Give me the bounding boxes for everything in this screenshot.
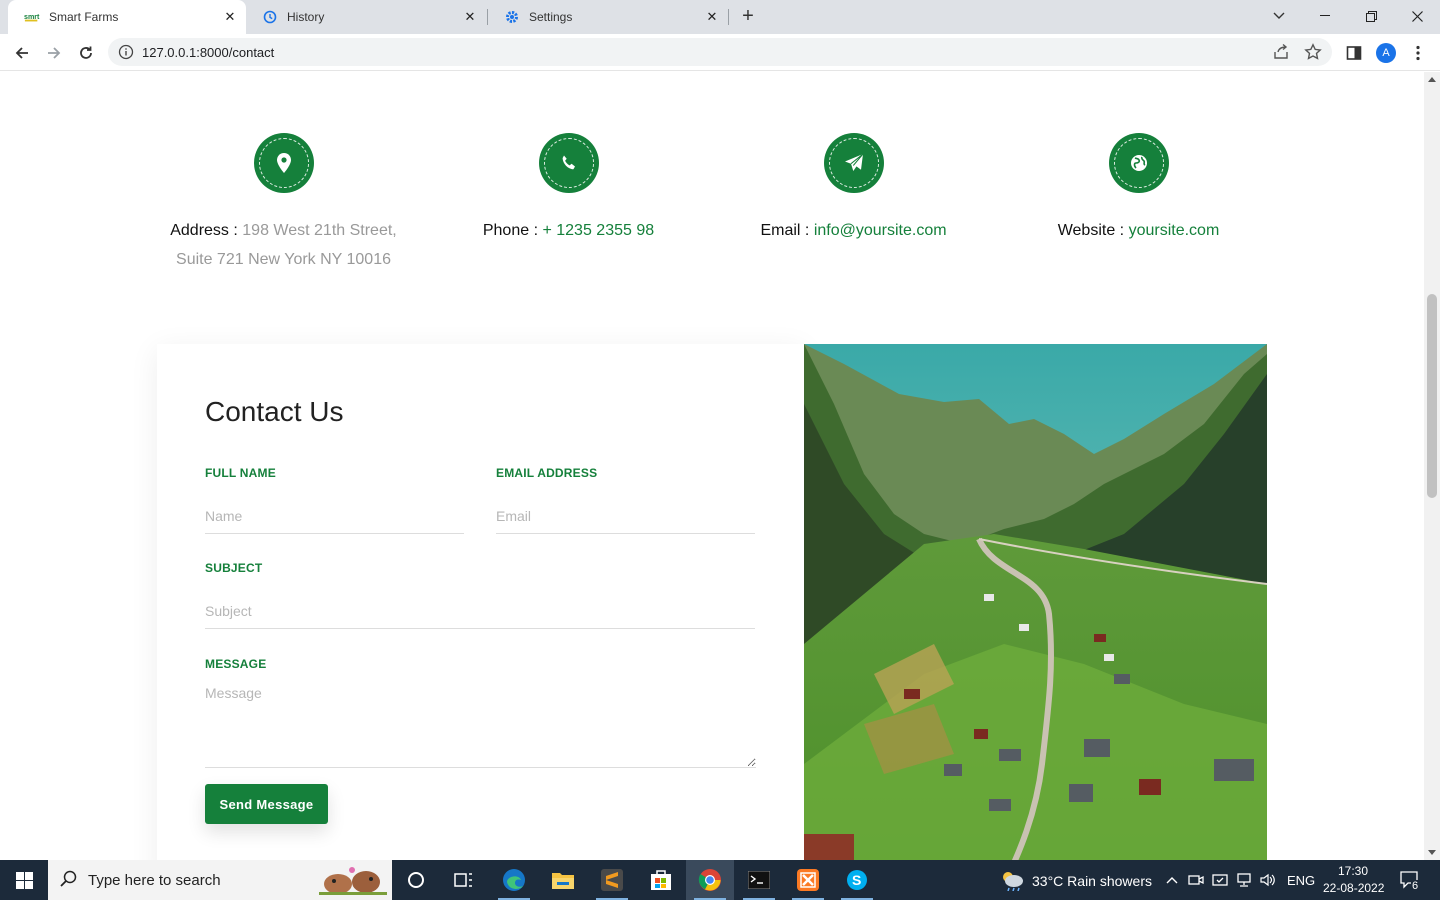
network-icon[interactable] <box>1234 860 1254 900</box>
contact-form-card: Contact Us FULL NAME EMAIL ADDRESS SUBJE… <box>157 344 804 860</box>
scroll-up-arrow-icon[interactable] <box>1428 77 1436 82</box>
tab-title: Settings <box>529 10 573 24</box>
landscape-image <box>804 344 1267 860</box>
language-indicator[interactable]: ENG <box>1287 873 1315 888</box>
contact-info-email: Email : info@yoursite.com <box>711 133 996 245</box>
close-window-button[interactable] <box>1394 0 1440 32</box>
weather-text[interactable]: 33°C Rain showers <box>1032 873 1152 889</box>
address-label: Address : <box>170 222 238 239</box>
share-icon[interactable] <box>1272 43 1290 61</box>
tab-title: Smart Farms <box>49 10 119 24</box>
chrome-icon[interactable] <box>686 860 734 900</box>
subject-label: SUBJECT <box>205 561 263 575</box>
profile-avatar[interactable]: A <box>1375 42 1397 64</box>
message-textarea[interactable] <box>205 685 756 768</box>
address-bar[interactable]: 127.0.0.1:8000/contact <box>108 38 1332 66</box>
file-explorer-icon[interactable] <box>539 860 587 900</box>
message-label: MESSAGE <box>205 657 267 671</box>
tab-settings[interactable]: Settings ✕ <box>488 0 728 34</box>
site-info-icon[interactable] <box>118 44 134 60</box>
smart-farms-favicon: smrt <box>24 9 40 25</box>
notification-center-icon[interactable] <box>1396 860 1424 900</box>
windows-start-button[interactable] <box>0 860 48 900</box>
url-text: 127.0.0.1:8000/contact <box>142 45 275 60</box>
meet-now-icon[interactable] <box>1186 860 1206 900</box>
tab-title: History <box>287 10 325 24</box>
close-tab-icon[interactable]: ✕ <box>704 9 720 25</box>
svg-text:smrt: smrt <box>24 13 40 21</box>
email-label: Email : <box>760 222 810 239</box>
page-scrollbar[interactable] <box>1424 72 1440 860</box>
side-panel-icon[interactable] <box>1343 42 1365 64</box>
contact-info-phone: Phone : + 1235 2355 98 <box>426 133 711 245</box>
taskbar-search-box[interactable]: Type here to search <box>48 860 392 900</box>
back-button[interactable] <box>9 40 35 66</box>
forward-button[interactable] <box>41 40 67 66</box>
website-link[interactable]: yoursite.com <box>1129 222 1220 239</box>
xampp-icon[interactable] <box>784 860 832 900</box>
tab-history[interactable]: History ✕ <box>246 0 486 34</box>
history-icon <box>262 9 278 25</box>
send-message-button[interactable]: Send Message <box>205 784 328 824</box>
search-icon <box>60 870 78 893</box>
bookmark-star-icon[interactable] <box>1304 43 1322 61</box>
email-link[interactable]: info@yoursite.com <box>814 222 947 239</box>
email-address-label: EMAIL ADDRESS <box>496 466 598 480</box>
tab-separator <box>728 9 729 25</box>
cortana-icon[interactable] <box>392 860 440 900</box>
edge-browser-icon[interactable] <box>490 860 538 900</box>
scroll-down-arrow-icon[interactable] <box>1428 850 1436 855</box>
new-tab-button[interactable]: + <box>736 5 760 29</box>
reload-button[interactable] <box>73 40 99 66</box>
browser-menu-icon[interactable] <box>1407 42 1429 64</box>
phone-icon <box>538 133 599 193</box>
gear-icon <box>504 9 520 25</box>
contact-form-title: Contact Us <box>205 396 344 427</box>
scrollbar-thumb[interactable] <box>1427 294 1437 498</box>
contact-info-address: Address : 198 West 21th Street, Suite 72… <box>141 133 426 274</box>
windows-taskbar: Type here to search S 33°C Rain showers <box>0 860 1440 900</box>
minimize-button[interactable] <box>1302 0 1348 32</box>
page-viewport: Address : 198 West 21th Street, Suite 72… <box>0 72 1424 860</box>
restore-button[interactable] <box>1348 0 1394 32</box>
email-input[interactable] <box>496 498 755 534</box>
map-pin-icon <box>253 133 314 193</box>
svg-text:S: S <box>852 872 861 888</box>
phone-label: Phone : <box>482 222 539 239</box>
globe-icon <box>1108 133 1169 193</box>
clock-date[interactable]: 22-08-2022 <box>1323 881 1384 895</box>
search-highlight-illustration-icon <box>316 862 390 900</box>
skype-icon[interactable]: S <box>833 860 881 900</box>
volume-icon[interactable] <box>1258 860 1278 900</box>
website-label: Website : <box>1057 222 1125 239</box>
weather-rain-icon[interactable] <box>994 860 1030 900</box>
terminal-icon[interactable] <box>735 860 783 900</box>
close-tab-icon[interactable]: ✕ <box>222 9 238 25</box>
microsoft-store-icon[interactable] <box>637 860 685 900</box>
security-icon[interactable] <box>1210 860 1230 900</box>
tab-search-icon[interactable] <box>1256 0 1302 32</box>
taskbar-search-placeholder: Type here to search <box>88 872 221 889</box>
clock-time[interactable]: 17:30 <box>1338 864 1368 878</box>
notification-count-badge: 6 <box>1411 880 1420 892</box>
browser-tab-strip: smrt Smart Farms ✕ History ✕ Settings ✕ … <box>0 0 1440 34</box>
sublime-text-icon[interactable] <box>588 860 636 900</box>
full-name-input[interactable] <box>205 498 464 534</box>
tab-smart-farms[interactable]: smrt Smart Farms ✕ <box>8 0 246 34</box>
phone-link[interactable]: + 1235 2355 98 <box>542 222 654 239</box>
paper-plane-icon <box>823 133 884 193</box>
full-name-label: FULL NAME <box>205 466 276 480</box>
subject-input[interactable] <box>205 593 755 629</box>
show-hidden-icons-chevron-icon[interactable] <box>1162 860 1182 900</box>
browser-toolbar: 127.0.0.1:8000/contact A <box>0 34 1440 71</box>
close-tab-icon[interactable]: ✕ <box>462 9 478 25</box>
contact-info-website: Website : yoursite.com <box>996 133 1281 245</box>
task-view-icon[interactable] <box>440 860 488 900</box>
